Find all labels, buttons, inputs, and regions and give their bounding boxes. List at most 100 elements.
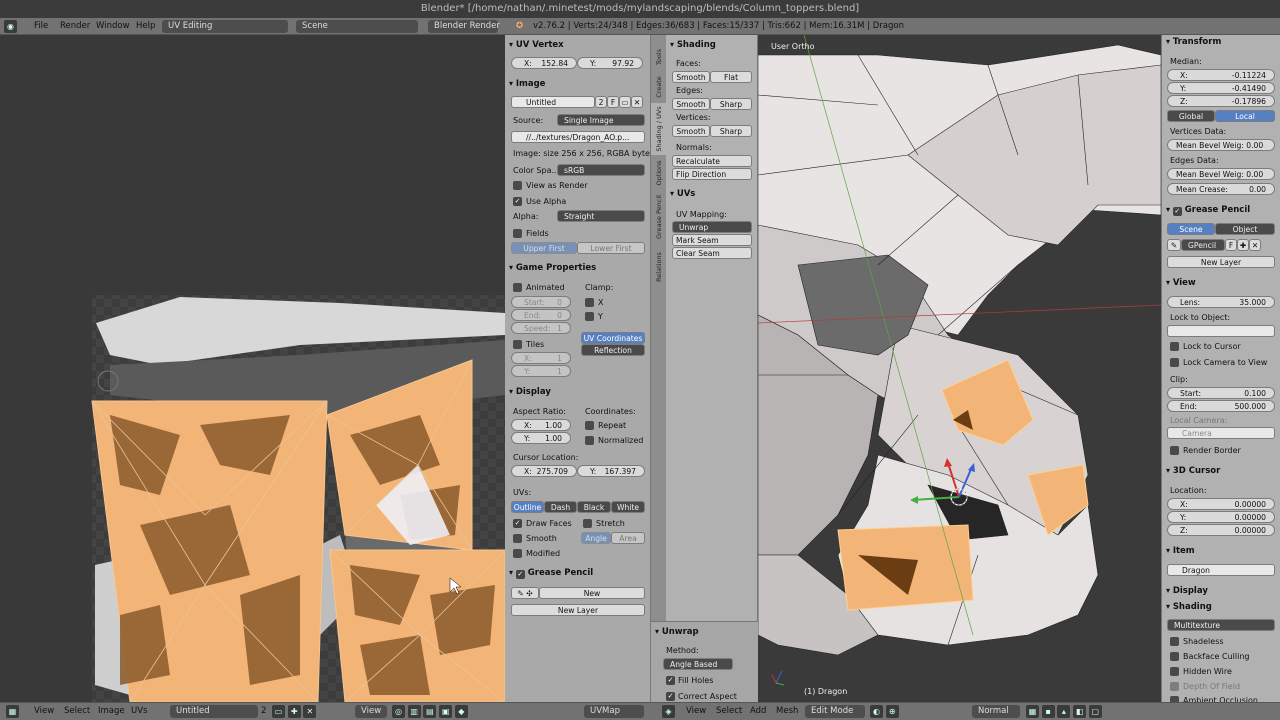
tiles-y-field[interactable]: Y: 1 — [511, 365, 571, 377]
panel-game-properties[interactable]: Game Properties — [509, 261, 596, 274]
fields-checkbox[interactable] — [513, 229, 522, 238]
uv-dash-button[interactable]: Dash — [544, 501, 577, 513]
local-camera-field[interactable]: Camera — [1167, 427, 1275, 439]
uv-coordinates-button[interactable]: UV Coordinates — [581, 332, 645, 344]
uv-select-tool-icons[interactable]: ◎ ▥ ▤ ▣ ◆ — [392, 705, 468, 718]
editor-type-icon[interactable]: ◉ — [4, 20, 17, 33]
render-border-checkbox[interactable] — [1170, 446, 1179, 455]
source-select[interactable]: Single Image — [557, 114, 645, 126]
anim-end-field[interactable]: End: 0 — [511, 309, 571, 321]
vertices-sharp-button[interactable]: Sharp — [710, 125, 752, 137]
clamp-x-checkbox[interactable] — [585, 298, 594, 307]
3d-viewport[interactable]: User Ortho (1) Dragon — [758, 35, 1161, 702]
panel-shading[interactable]: Shading — [670, 38, 716, 51]
upper-first-button[interactable]: Upper First — [511, 242, 577, 254]
mean-bevel-edge-field[interactable]: Mean Bevel Weig: 0.00 — [1167, 168, 1275, 180]
gpencil-add-icon[interactable]: ✚ — [1237, 239, 1249, 251]
global-button[interactable]: Global — [1167, 110, 1215, 122]
image-editor-type-icon[interactable]: ▦ — [6, 705, 19, 718]
menu-file[interactable]: File — [34, 20, 48, 33]
transform-orientation-select[interactable]: Normal — [972, 705, 1020, 718]
img-menu-select[interactable]: Select — [64, 705, 90, 718]
stretch-checkbox[interactable] — [583, 519, 592, 528]
colorspace-select[interactable]: sRGB — [557, 164, 645, 176]
cursor3d-y-field[interactable]: Y: 0.00000 — [1167, 511, 1275, 523]
edges-sharp-button[interactable]: Sharp — [710, 98, 752, 110]
image-fake-user-button[interactable]: F — [607, 96, 619, 108]
viewport-shading-icons[interactable]: ◐ ⊕ — [870, 705, 899, 718]
tab-tools[interactable]: Tools — [655, 48, 663, 66]
edges-smooth-button[interactable]: Smooth — [672, 98, 710, 110]
tab-create[interactable]: Create — [655, 76, 663, 98]
tiles-x-field[interactable]: X: 1 — [511, 352, 571, 364]
panel-shading-3d[interactable]: Shading — [1166, 600, 1212, 613]
vertices-smooth-button[interactable]: Smooth — [672, 125, 710, 137]
stretch-area-button[interactable]: Area — [611, 532, 645, 544]
unwrap-method-select[interactable]: Angle Based — [663, 658, 733, 670]
mark-seam-button[interactable]: Mark Seam — [672, 234, 752, 246]
v3d-menu-select[interactable]: Select — [716, 705, 742, 718]
panel-item[interactable]: Item — [1166, 544, 1195, 557]
grease-new-layer-button[interactable]: New Layer — [511, 604, 645, 616]
uv-canvas[interactable] — [0, 35, 505, 702]
view3d-editor-type-icon[interactable]: ◈ — [662, 705, 675, 718]
panel-display-3d[interactable]: Display — [1166, 584, 1208, 597]
panel-grease-pencil[interactable]: ✓ Grease Pencil — [509, 566, 593, 579]
view-mode-select[interactable]: View — [355, 705, 387, 718]
uv-white-button[interactable]: White — [611, 501, 645, 513]
image-filepath-field[interactable]: //../textures/Dragon_AO.p... — [511, 131, 645, 143]
shading-mode-select[interactable]: Multitexture — [1167, 619, 1275, 631]
view-as-render-checkbox[interactable] — [513, 181, 522, 190]
anim-speed-field[interactable]: Speed: 1 — [511, 322, 571, 334]
depth-of-field-checkbox[interactable] — [1170, 682, 1179, 691]
clear-seam-button[interactable]: Clear Seam — [672, 247, 752, 259]
correct-aspect-checkbox[interactable]: ✓ — [666, 692, 675, 701]
unwrap-menu[interactable]: Unwrap — [672, 221, 752, 233]
backface-culling-checkbox[interactable] — [1170, 652, 1179, 661]
lock-object-field[interactable] — [1167, 325, 1275, 337]
item-name-field[interactable]: Dragon — [1167, 564, 1275, 576]
median-y-field[interactable]: Y: -0.41490 — [1167, 82, 1275, 94]
gpencil-fake-button[interactable]: F — [1225, 239, 1237, 251]
lens-field[interactable]: Lens: 35.000 — [1167, 296, 1275, 308]
fill-holes-checkbox[interactable]: ✓ — [666, 676, 675, 685]
clip-end-field[interactable]: End: 500.000 — [1167, 400, 1275, 412]
uv-vertex-x[interactable]: X: 152.84 — [511, 57, 577, 69]
shadeless-checkbox[interactable] — [1170, 637, 1179, 646]
reflection-button[interactable]: Reflection — [581, 344, 645, 356]
mean-crease-field[interactable]: Mean Crease: 0.00 — [1167, 183, 1275, 195]
uvmap-select[interactable]: UVMap — [584, 705, 644, 718]
layer-and-select-icons[interactable]: ▦ ▪ ▴ ◧ ▢ — [1026, 705, 1102, 718]
panel-view[interactable]: View — [1166, 276, 1196, 289]
local-button[interactable]: Local — [1215, 110, 1275, 122]
tiles-checkbox[interactable] — [513, 340, 522, 349]
cursor3d-z-field[interactable]: Z: 0.00000 — [1167, 524, 1275, 536]
repeat-checkbox[interactable] — [585, 421, 594, 430]
v3d-menu-view[interactable]: View — [686, 705, 706, 718]
faces-flat-button[interactable]: Flat — [710, 71, 752, 83]
mean-bevel-vertex-field[interactable]: Mean Bevel Weig: 0.00 — [1167, 139, 1275, 151]
bottom-image-name-field[interactable]: Untitled — [170, 705, 258, 718]
grease-pencil-icon[interactable]: ✎ ✣ — [511, 587, 539, 599]
median-x-field[interactable]: X: -0.11224 — [1167, 69, 1275, 81]
gpencil-name-field[interactable]: GPencil — [1181, 239, 1225, 251]
tab-relations[interactable]: Relations — [655, 251, 663, 281]
gp-new-layer-button[interactable]: New Layer — [1167, 256, 1275, 268]
panel-uv-vertex[interactable]: UV Vertex — [509, 38, 564, 51]
anim-start-field[interactable]: Start: 0 — [511, 296, 571, 308]
img-menu-image[interactable]: Image — [98, 705, 125, 718]
panel-display[interactable]: Display — [509, 385, 551, 398]
aspect-x-field[interactable]: X: 1.00 — [511, 419, 571, 431]
panel-3d-cursor[interactable]: 3D Cursor — [1166, 464, 1221, 477]
image-unlink-icon[interactable]: ✕ — [631, 96, 643, 108]
menu-help[interactable]: Help — [136, 20, 155, 33]
image-tool-icons[interactable]: ▭ ✚ ✕ — [272, 705, 317, 718]
median-z-field[interactable]: Z: -0.17896 — [1167, 95, 1275, 107]
render-engine-select[interactable]: Blender Render — [428, 20, 500, 33]
uv-island-left[interactable] — [91, 400, 328, 702]
draw-faces-checkbox[interactable]: ✓ — [513, 519, 522, 528]
redo-unwrap-title[interactable]: Unwrap — [655, 625, 699, 638]
faces-smooth-button[interactable]: Smooth — [672, 71, 710, 83]
v3d-menu-add[interactable]: Add — [750, 705, 766, 718]
panel-uvs[interactable]: UVs — [670, 187, 696, 200]
